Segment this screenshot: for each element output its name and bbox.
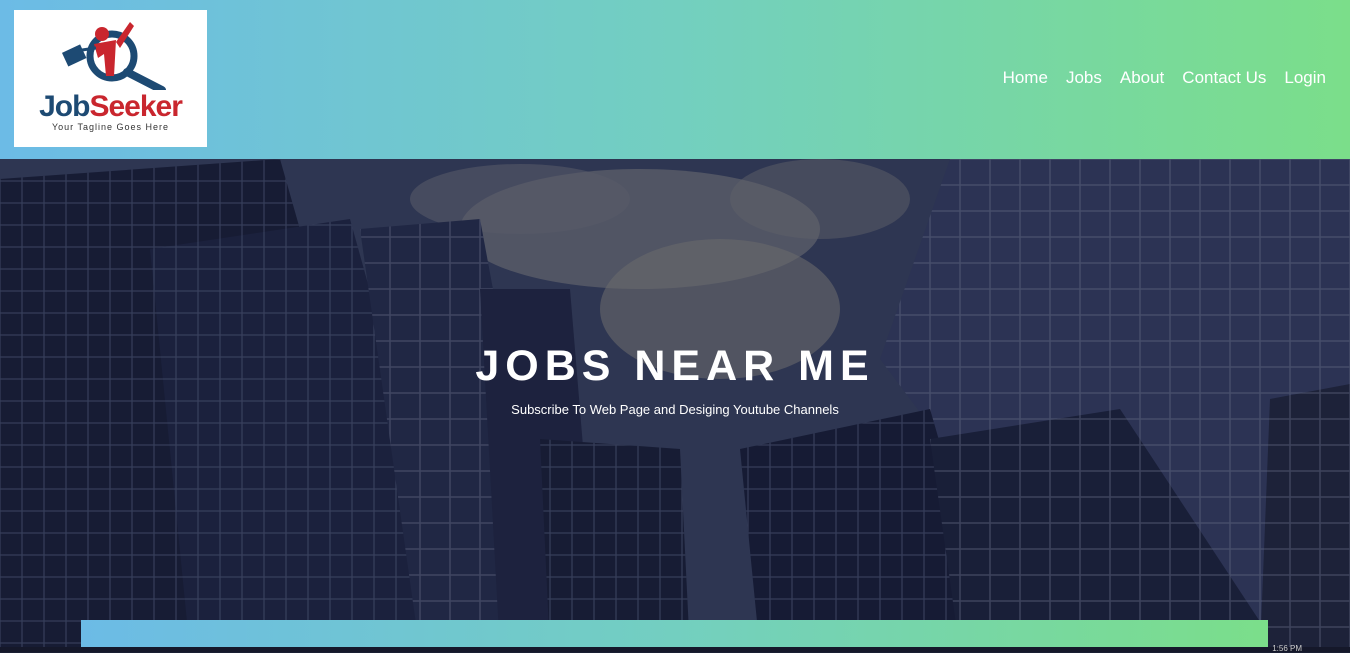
site-header: JobSeeker Your Tagline Goes Here Home Jo… bbox=[0, 0, 1350, 159]
hero-title: JOBS NEAR ME bbox=[475, 342, 875, 390]
brand-tagline: Your Tagline Goes Here bbox=[51, 122, 170, 132]
nav-home[interactable]: Home bbox=[1003, 68, 1048, 88]
nav-contact-us[interactable]: Contact Us bbox=[1182, 68, 1266, 88]
section-bar bbox=[81, 620, 1268, 647]
brand-name-part2: Seeker bbox=[89, 90, 182, 123]
os-taskbar bbox=[0, 647, 1350, 652]
brand-name: JobSeeker bbox=[14, 90, 207, 124]
brand-name-part1: Job bbox=[39, 90, 90, 123]
hero-subtitle: Subscribe To Web Page and Desiging Youtu… bbox=[511, 402, 839, 417]
main-nav: Home Jobs About Contact Us Login bbox=[1003, 68, 1326, 88]
job-seeker-logo-icon bbox=[61, 22, 166, 90]
nav-login[interactable]: Login bbox=[1284, 68, 1326, 88]
nav-jobs[interactable]: Jobs bbox=[1066, 68, 1102, 88]
site-logo[interactable]: JobSeeker Your Tagline Goes Here bbox=[14, 10, 207, 147]
hero-banner: JOBS NEAR ME Subscribe To Web Page and D… bbox=[0, 159, 1350, 652]
nav-about[interactable]: About bbox=[1120, 68, 1164, 88]
